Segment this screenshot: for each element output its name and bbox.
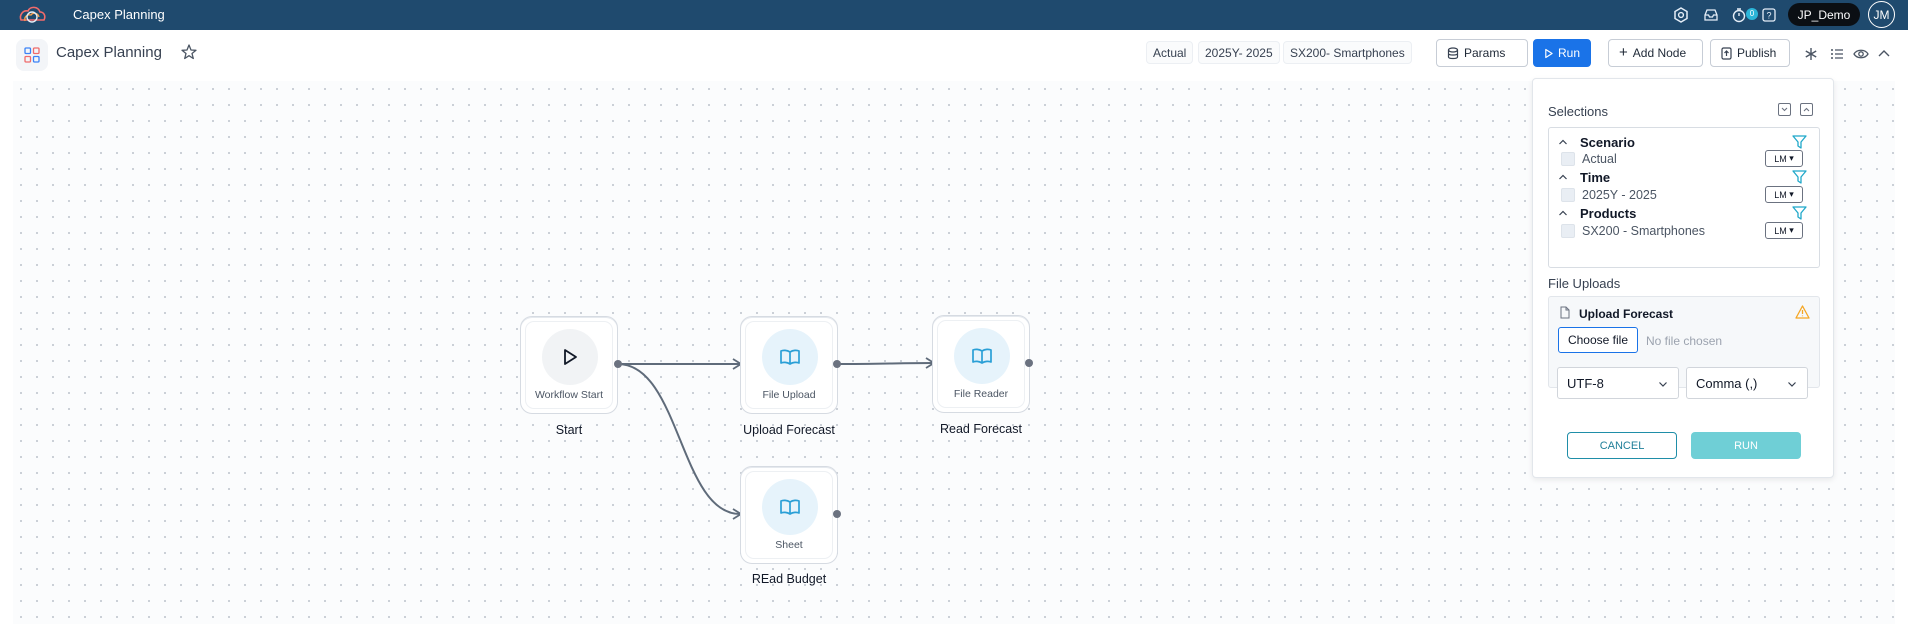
user-menu-button[interactable]: JP_Demo [1788,3,1860,26]
app-name: Capex Planning [73,7,165,22]
play-icon [542,329,598,385]
item-actual: Actual LM ▾ [1549,149,1819,169]
snowflake-icon[interactable] [1803,46,1819,62]
page-header: Capex Planning Actual 2025Y- 2025 SX200-… [0,30,1908,80]
filter-icon[interactable] [1792,170,1807,184]
item-products: SX200 - Smartphones LM ▾ [1549,221,1819,241]
checkbox[interactable] [1561,152,1575,166]
selections-title: Selections [1548,104,1608,119]
cancel-button[interactable]: CANCEL [1567,432,1677,459]
time-chip[interactable]: 2025Y- 2025 [1198,41,1280,64]
filter-icon[interactable] [1792,206,1807,220]
node-type-label: Workflow Start [534,389,604,401]
choose-file-button[interactable]: Choose file [1558,327,1638,353]
file-icon [1560,306,1570,319]
add-node-label: Add Node [1632,46,1687,60]
node-title: Upload Forecast [743,423,835,437]
output-port[interactable] [833,360,841,368]
group-products[interactable]: Products [1549,203,1819,223]
output-port[interactable] [833,510,841,518]
svg-text:?: ? [1766,11,1771,21]
group-name: Scenario [1580,135,1635,150]
group-name: Products [1580,206,1637,221]
node-title: REad Budget [751,572,827,586]
params-label: Params [1464,46,1506,60]
run-label: Run [1557,46,1580,60]
run-button[interactable]: Run [1533,39,1591,67]
app-logo-icon[interactable] [17,3,47,27]
publish-label: Publish [1737,46,1777,60]
apps-grid-icon[interactable] [16,39,48,71]
node-workflow-start[interactable]: Workflow Start [520,316,618,414]
run-parameters-panel: Selections Scenario Actual LM ▾ Time 202… [1532,78,1834,478]
no-file-text: No file chosen [1646,334,1723,348]
params-button[interactable]: Params [1436,39,1528,67]
delimiter-select[interactable]: Comma (,) [1686,367,1808,399]
checkbox[interactable] [1561,188,1575,202]
output-port[interactable] [1025,359,1033,367]
favorite-star-icon[interactable] [180,43,198,61]
chevron-up-icon[interactable] [1876,46,1892,62]
expand-all-icon[interactable] [1800,103,1813,116]
group-name: Time [1580,170,1611,185]
filter-icon[interactable] [1792,135,1807,149]
eye-icon[interactable] [1853,46,1869,62]
upload-name: Upload Forecast [1579,307,1674,321]
mode-dropdown[interactable]: LM ▾ [1765,222,1803,239]
file-uploads-title: File Uploads [1548,276,1621,291]
output-port[interactable] [614,360,622,368]
node-title: Start [555,423,583,437]
book-icon [954,328,1010,384]
settings-hex-icon[interactable] [1670,5,1692,25]
node-type-label: File Reader [953,388,1009,400]
database-icon [1447,46,1459,59]
panel-run-button[interactable]: RUN [1691,432,1801,459]
product-chip[interactable]: SX200- Smartphones [1283,41,1412,64]
list-icon[interactable] [1829,46,1845,62]
warning-icon [1795,305,1810,319]
top-bar: Capex Planning ? 0 JP_Demo JM [0,0,1908,30]
mode-dropdown[interactable]: LM ▾ [1765,186,1803,203]
publish-icon [1721,46,1732,60]
node-file-reader[interactable]: File Reader [932,315,1030,413]
encoding-select[interactable]: UTF-8 [1557,367,1679,399]
notification-badge: 0 [1746,8,1758,20]
node-type-label: Sheet [775,539,803,551]
selections-box: Scenario Actual LM ▾ Time 2025Y - 2025 L… [1548,127,1820,268]
node-sheet[interactable]: Sheet [740,466,838,564]
avatar[interactable]: JM [1868,1,1895,28]
help-icon[interactable]: ? [1758,5,1780,25]
checkbox[interactable] [1561,224,1575,238]
item-time: 2025Y - 2025 LM ▾ [1549,185,1819,205]
item-label: SX200 - Smartphones [1582,224,1705,238]
chevron-down-icon [1788,382,1796,387]
book-icon [762,479,818,535]
node-title: Read Forecast [940,422,1022,436]
inbox-icon[interactable] [1700,5,1722,25]
chevron-up-icon[interactable] [1558,172,1568,182]
chevron-down-icon [1659,382,1667,387]
item-label: 2025Y - 2025 [1582,188,1657,202]
book-icon [762,329,818,385]
node-type-label: File Upload [762,389,816,401]
chevron-up-icon[interactable] [1558,137,1568,147]
play-icon [1545,48,1553,58]
collapse-all-icon[interactable] [1778,103,1791,116]
node-file-upload[interactable]: File Upload [740,316,838,414]
scenario-chip[interactable]: Actual [1146,41,1194,64]
plus-icon: + [1619,44,1628,61]
mode-dropdown[interactable]: LM ▾ [1765,150,1803,167]
group-time[interactable]: Time [1549,167,1819,187]
item-label: Actual [1582,152,1617,166]
chevron-up-icon[interactable] [1558,208,1568,218]
page-title: Capex Planning [56,44,162,61]
add-node-button[interactable]: + Add Node [1608,39,1703,67]
publish-button[interactable]: Publish [1710,39,1790,67]
